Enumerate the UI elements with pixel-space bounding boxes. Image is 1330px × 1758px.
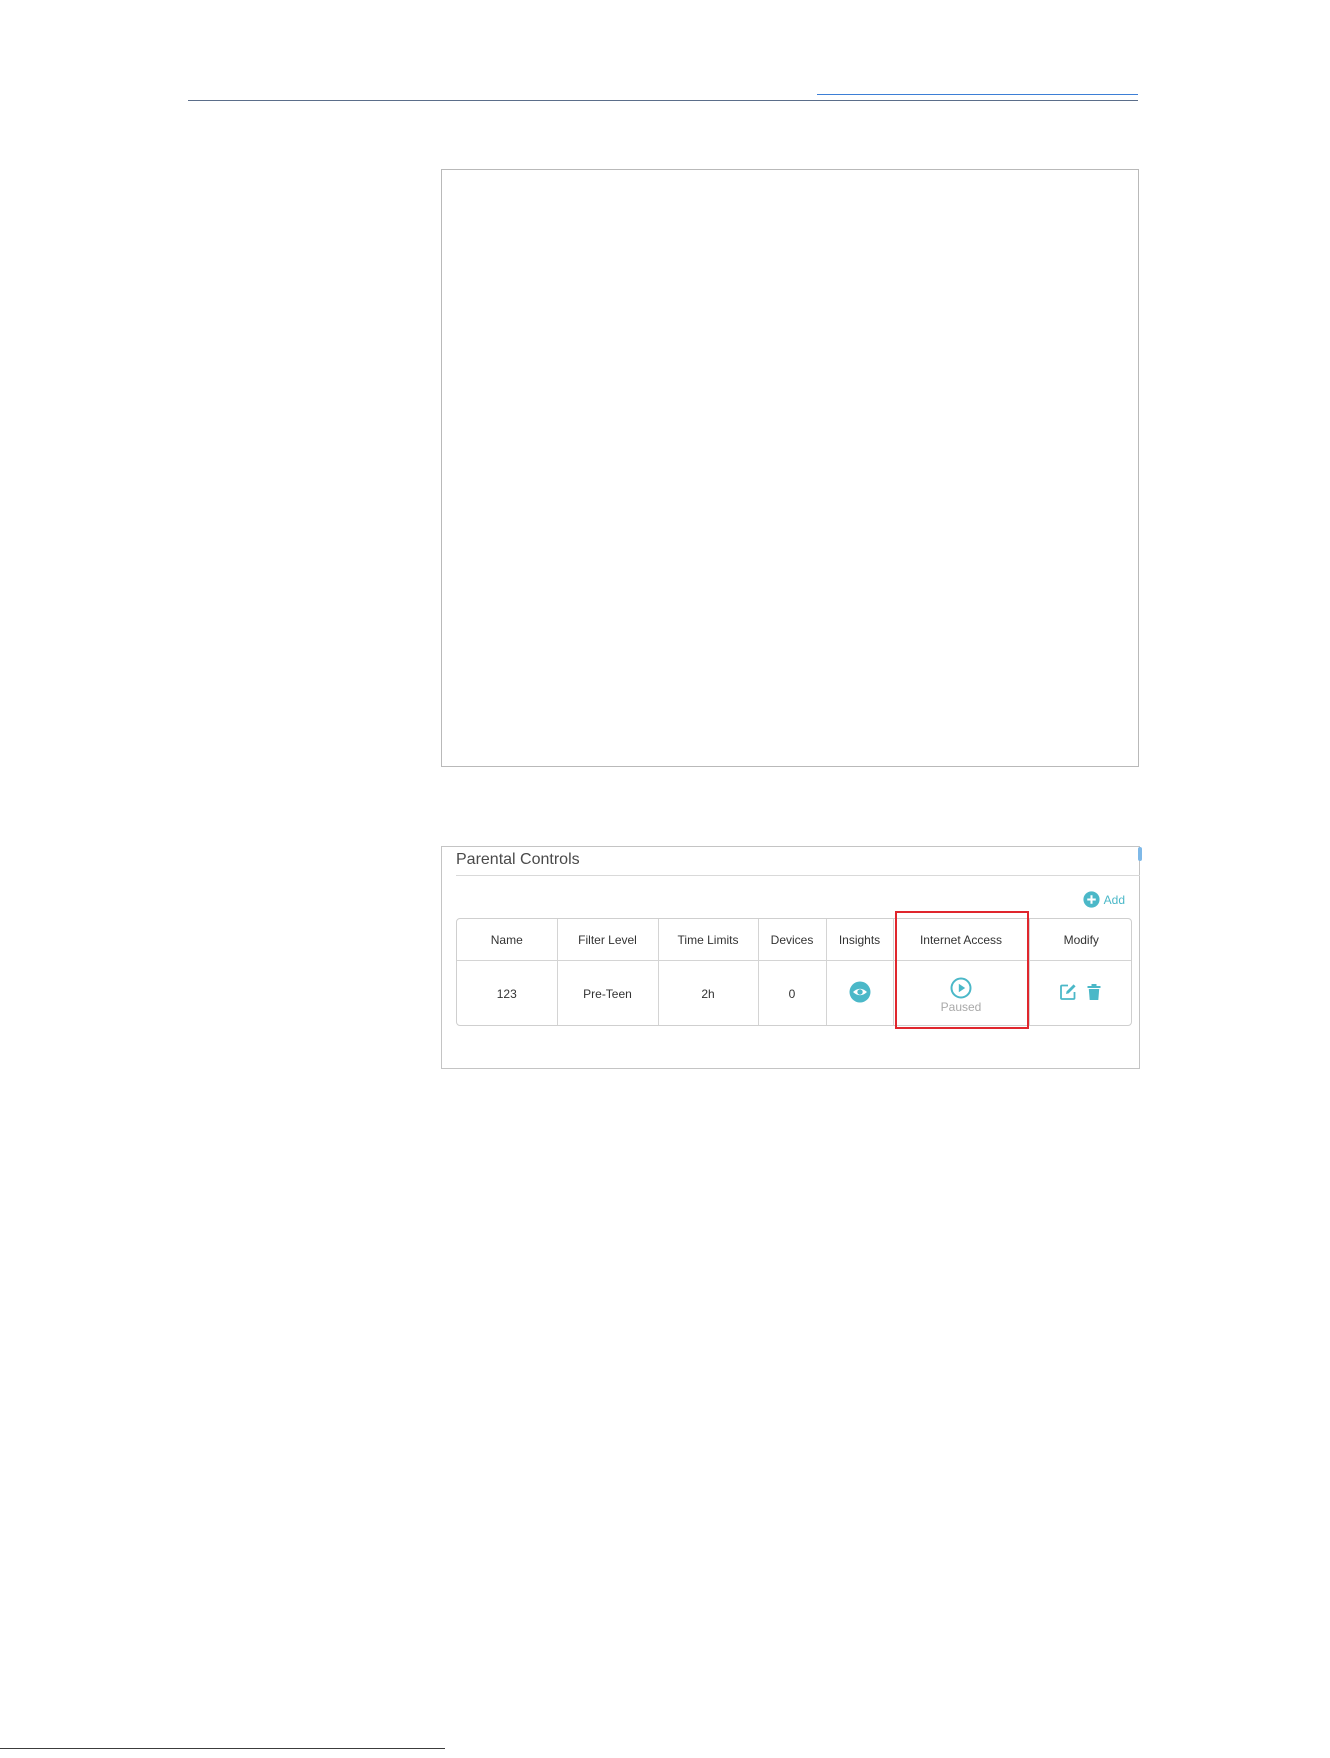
table-row: 123 Pre-Teen 2h 0 Paused bbox=[457, 960, 1131, 1026]
add-button[interactable]: Add bbox=[1083, 891, 1125, 908]
internet-access-status: Paused bbox=[940, 1000, 982, 1014]
blank-figure-frame bbox=[441, 169, 1139, 767]
column-header-filter-level: Filter Level bbox=[557, 919, 659, 961]
header-rule bbox=[188, 100, 1138, 101]
cell-internet-access: Paused bbox=[893, 960, 1030, 1025]
eye-icon[interactable] bbox=[849, 981, 871, 1003]
plus-circle-icon bbox=[1083, 891, 1100, 908]
cell-devices: 0 bbox=[758, 960, 827, 1025]
add-button-label: Add bbox=[1103, 892, 1125, 907]
header-link-underline bbox=[817, 94, 1138, 95]
panel-title: Parental Controls bbox=[456, 851, 580, 868]
cell-modify bbox=[1029, 961, 1131, 1026]
column-header-modify: Modify bbox=[1029, 919, 1131, 961]
cell-time-limits: 2h bbox=[658, 960, 759, 1025]
column-header-internet-access: Internet Access bbox=[893, 919, 1030, 961]
edit-icon[interactable] bbox=[1059, 983, 1077, 1001]
footer-rule bbox=[0, 1748, 445, 1749]
table-header-row: Name Filter Level Time Limits Devices In… bbox=[457, 919, 1131, 961]
column-header-insights: Insights bbox=[826, 919, 894, 961]
parental-controls-panel: Parental Controls Add Name Filter Level … bbox=[441, 846, 1142, 1069]
cell-name: 123 bbox=[457, 960, 558, 1025]
column-header-devices: Devices bbox=[758, 919, 827, 961]
profiles-table: Name Filter Level Time Limits Devices In… bbox=[456, 918, 1132, 1026]
panel-scroll-edge bbox=[1138, 847, 1142, 861]
trash-icon[interactable] bbox=[1085, 983, 1103, 1001]
panel-title-divider bbox=[456, 875, 1140, 876]
play-circle-icon[interactable] bbox=[950, 977, 972, 999]
cell-insights bbox=[826, 960, 894, 1025]
cell-filter-level: Pre-Teen bbox=[557, 960, 659, 1025]
column-header-name: Name bbox=[457, 919, 558, 961]
column-header-time-limits: Time Limits bbox=[658, 919, 759, 961]
